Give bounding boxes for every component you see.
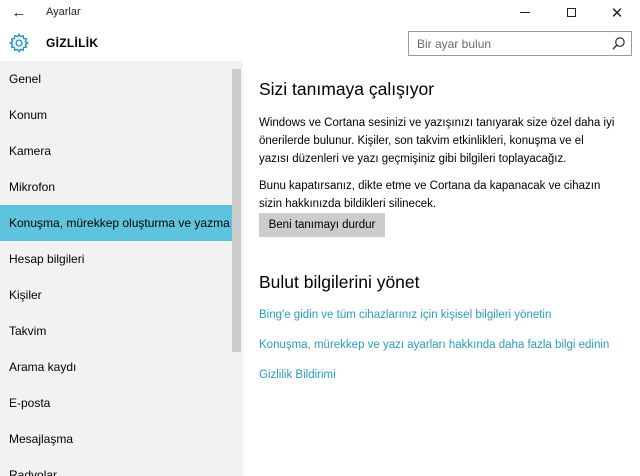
sidebar-item-kamera[interactable]: Kamera [0, 133, 232, 169]
sidebar-item-label: Mikrofon [9, 180, 56, 194]
sidebar-item-label: Arama kaydı [9, 360, 77, 374]
privacy-statement-link[interactable]: Gizlilik Bildirimi [259, 369, 336, 381]
close-icon: ✕ [610, 4, 624, 22]
title-bar: ← Ayarlar ✕ [0, 0, 640, 25]
sidebar-item-label: Konuşma, mürekkep oluşturma ve yazma [9, 216, 230, 230]
main-content: Sizi tanımaya çalışıyor Windows ve Corta… [243, 61, 640, 476]
search-icon[interactable] [611, 36, 626, 51]
close-button[interactable]: ✕ [594, 0, 640, 25]
description-line: önerilerde bulunur. Kişiler, son takvim … [259, 135, 584, 147]
section-heading-cloud: Bulut bilgilerini yönet [259, 272, 420, 292]
back-arrow-icon: ← [11, 4, 27, 21]
sidebar-item-e-posta[interactable]: E-posta [0, 385, 232, 421]
sidebar-scrollbar[interactable] [232, 69, 241, 352]
turn-off-warning: Bunu kapatırsanız, dikte etme ve Cortana… [259, 177, 631, 213]
description-line: Windows ve Cortana sesinizi ve yazışınız… [259, 117, 615, 129]
page-title: GİZLİLİK [46, 36, 99, 50]
back-button[interactable]: ← [0, 0, 38, 25]
sidebar-item-label: Takvim [9, 324, 47, 338]
description-line: yazısı düzenleri ve yazı geçmişiniz gibi… [259, 153, 567, 165]
recognition-description: Windows ve Cortana sesinizi ve yazışınız… [259, 114, 631, 168]
sidebar-item-takvim[interactable]: Takvim [0, 313, 232, 349]
learn-more-link[interactable]: Konuşma, mürekkep ve yazı ayarları hakkı… [259, 339, 609, 351]
bing-manage-link[interactable]: Bing'e gidin ve tüm cihazlarınız için ki… [259, 309, 551, 321]
sidebar-item-label: Mesajlaşma [9, 432, 74, 446]
sidebar-item-konum[interactable]: Konum [0, 97, 232, 133]
minimize-button[interactable] [502, 0, 548, 25]
section-heading-recognition: Sizi tanımaya çalışıyor [259, 79, 435, 99]
maximize-button[interactable] [548, 0, 594, 25]
search-input[interactable] [409, 32, 605, 55]
sidebar-item-label: Genel [9, 72, 42, 86]
sidebar-item-label: Kamera [9, 144, 52, 158]
sidebar-item-label: Hesap bilgileri [9, 252, 85, 266]
gear-icon [8, 32, 30, 54]
search-box[interactable] [408, 31, 632, 56]
sidebar-item-hesap-bilgileri[interactable]: Hesap bilgileri [0, 241, 232, 277]
sidebar: Genel Konum Kamera Mikrofon Konuşma, mür… [0, 61, 243, 476]
page-header: GİZLİLİK [0, 25, 640, 61]
sidebar-item-label: Radyolar [9, 468, 58, 476]
window-title: Ayarlar [46, 6, 81, 18]
minimize-icon [520, 12, 530, 13]
maximize-icon [566, 8, 576, 17]
warning-line: Bunu kapatırsanız, dikte etme ve Cortana… [259, 180, 601, 192]
stop-knowing-me-button[interactable]: Beni tanımayı durdur [259, 213, 385, 237]
sidebar-item-kisiler[interactable]: Kişiler [0, 277, 232, 313]
sidebar-item-konusma[interactable]: Konuşma, mürekkep oluşturma ve yazma [0, 205, 232, 241]
sidebar-item-label: Kişiler [9, 288, 42, 302]
sidebar-item-label: E-posta [9, 396, 51, 410]
sidebar-item-radyolar[interactable]: Radyolar [0, 457, 232, 476]
sidebar-item-label: Konum [9, 108, 48, 122]
sidebar-item-mikrofon[interactable]: Mikrofon [0, 169, 232, 205]
sidebar-item-mesajlasma[interactable]: Mesajlaşma [0, 421, 232, 457]
sidebar-item-genel[interactable]: Genel [0, 61, 232, 97]
sidebar-item-arama-kaydi[interactable]: Arama kaydı [0, 349, 232, 385]
warning-line: sizin hakkınızda bildikleri silinecek. [259, 198, 437, 210]
